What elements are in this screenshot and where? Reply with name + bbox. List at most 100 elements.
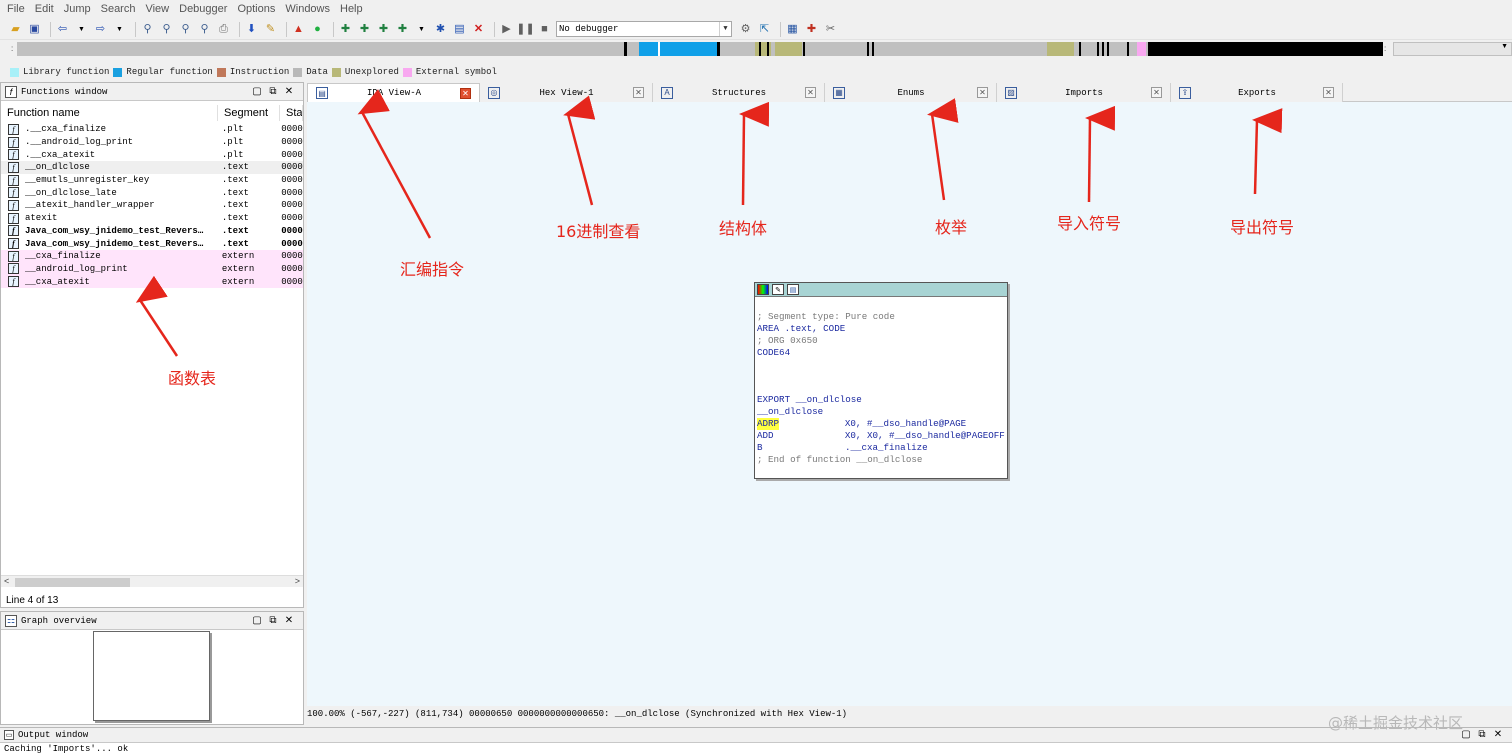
tab-structures[interactable]: A Structures ✕ — [653, 83, 825, 102]
tab-exports[interactable]: ⇪ Exports ✕ — [1171, 83, 1343, 102]
menu-edit[interactable]: Edit — [32, 0, 61, 19]
close-icon[interactable]: ✕ — [977, 87, 988, 98]
plugin-5-icon[interactable]: ✱ — [433, 22, 448, 37]
menu-help[interactable]: Help — [337, 0, 370, 19]
column-start[interactable]: Star — [280, 105, 303, 121]
graph-red-icon[interactable]: ▲ — [291, 22, 306, 37]
disasm-line[interactable]: AREA .text, CODE — [757, 323, 1005, 335]
debug-settings-icon[interactable]: ⚙ — [738, 22, 753, 37]
chevron-down-icon[interactable]: ▼ — [719, 22, 731, 36]
node-group-icon[interactable]: ▤ — [787, 284, 799, 295]
float-icon[interactable]: ⧉ — [1474, 728, 1490, 742]
search-immediate-icon[interactable]: ⚲ — [197, 22, 212, 37]
plugin-2-icon[interactable]: ✚ — [357, 22, 372, 37]
function-row[interactable]: f __android_log_print extern 0000 — [1, 262, 303, 276]
plugin-6-icon[interactable]: ▤ — [452, 22, 467, 37]
tab-imports[interactable]: ▨ Imports ✕ — [997, 83, 1171, 102]
breakpoint-list-icon[interactable]: ▦ — [785, 22, 800, 37]
close-icon[interactable]: ✕ — [460, 87, 471, 99]
menu-jump[interactable]: Jump — [61, 0, 98, 19]
menu-view[interactable]: View — [142, 0, 176, 19]
close-icon[interactable]: ✕ — [281, 85, 297, 99]
breakpoint-add-icon[interactable]: ✚ — [804, 22, 819, 37]
disasm-operands[interactable]: .__cxa_finalize — [845, 442, 928, 453]
attach-icon[interactable]: ⇱ — [757, 22, 772, 37]
function-row[interactable]: f __on_dlclose_late .text 0000 — [1, 186, 303, 199]
disasm-line[interactable] — [757, 370, 1005, 382]
disasm-mnemonic[interactable]: ADRP — [757, 418, 780, 430]
stop-icon[interactable]: ■ — [537, 22, 552, 37]
edit-function-icon[interactable]: ✎ — [263, 22, 278, 37]
disasm-operands[interactable]: X0, X0, #__dso_handle@PAGEOFF — [845, 430, 1005, 441]
disasm-mnemonic[interactable]: B — [757, 442, 763, 454]
menu-debugger[interactable]: Debugger — [176, 0, 234, 19]
function-row[interactable]: f .__cxa_atexit .plt 0000 — [1, 148, 303, 161]
menu-search[interactable]: Search — [98, 0, 143, 19]
disasm-line[interactable]: CODE64 — [757, 347, 1005, 359]
close-icon[interactable]: ✕ — [1323, 87, 1334, 98]
disasm-line[interactable]: ; Segment type: Pure code — [757, 311, 1005, 323]
column-segment[interactable]: Segment — [218, 105, 280, 121]
function-row[interactable]: f __cxa_atexit extern 0000 — [1, 275, 303, 288]
graph-overview-canvas[interactable] — [93, 631, 210, 721]
disasm-line[interactable]: ADD X0, X0, #__dso_handle@PAGEOFF — [757, 430, 1005, 442]
play-icon[interactable]: ▶ — [499, 22, 514, 37]
ida-view-graph[interactable]: ✎ ▤ ; Segment type: Pure code AREA .text,… — [307, 102, 1512, 706]
close-icon[interactable]: ✕ — [805, 87, 816, 98]
restore-icon[interactable]: ▢ — [249, 614, 265, 628]
disasm-line[interactable]: ; End of function __on_dlclose — [757, 454, 1005, 466]
tab-hex-view-1[interactable]: ◎ Hex View-1 ✕ — [480, 83, 653, 102]
search-text-icon[interactable]: ⚲ — [159, 22, 174, 37]
tab-enums[interactable]: ▦ Enums ✕ — [825, 83, 997, 102]
search-next-icon[interactable]: ⚲ — [178, 22, 193, 37]
open-icon[interactable]: ▰ — [8, 22, 23, 37]
disasm-line[interactable] — [757, 359, 1005, 371]
node-color-icon[interactable] — [757, 284, 769, 295]
function-row[interactable]: f __emutls_unregister_key .text 0000 — [1, 174, 303, 187]
search-binary-icon[interactable]: ⚲ — [140, 22, 155, 37]
function-row[interactable]: f .__cxa_finalize .plt 0000 — [1, 123, 303, 136]
close-icon[interactable]: ✕ — [1490, 728, 1506, 742]
navigation-band[interactable] — [17, 42, 1383, 56]
scrollbar-thumb[interactable] — [15, 578, 130, 587]
navband-combo[interactable]: ▼ — [1393, 42, 1512, 56]
chevron-down-icon[interactable]: ▼ — [1501, 43, 1508, 50]
disasm-line[interactable]: EXPORT __on_dlclose — [757, 394, 1005, 406]
function-row[interactable]: f __cxa_finalize extern 0000 — [1, 249, 303, 263]
function-row[interactable]: f Java_com_wsy_jnidemo_test_Revers… .text 0… — [1, 225, 303, 238]
node-edit-icon[interactable]: ✎ — [772, 284, 784, 295]
breakpoint-remove-icon[interactable]: ✂ — [823, 22, 838, 37]
graph-node[interactable]: ✎ ▤ ; Segment type: Pure code AREA .text,… — [754, 282, 1008, 479]
menu-options[interactable]: Options — [234, 0, 282, 19]
disasm-line[interactable]: ADRP X0, #__dso_handle@PAGE — [757, 418, 1005, 430]
down-arrow-icon[interactable]: ⬇ — [244, 22, 259, 37]
close-icon[interactable]: ✕ — [633, 87, 644, 98]
close-icon[interactable]: ✕ — [1151, 87, 1162, 98]
column-function-name[interactable]: Function name — [1, 105, 218, 121]
disasm-line[interactable] — [757, 382, 1005, 394]
disasm-mnemonic[interactable]: ADD — [757, 430, 774, 442]
scroll-left-icon[interactable]: < — [4, 576, 9, 586]
plugin-dropdown-icon[interactable]: ▼ — [414, 22, 429, 37]
forward-dropdown-icon[interactable]: ▼ — [112, 22, 127, 37]
float-icon[interactable]: ⧉ — [265, 614, 281, 628]
pause-icon[interactable]: ❚❚ — [516, 22, 534, 37]
function-row[interactable]: f __on_dlclose .text 0000 — [1, 161, 303, 174]
disassembly-listing[interactable]: ; Segment type: Pure code AREA .text, COD… — [755, 297, 1007, 466]
disasm-line[interactable]: ; ORG 0x650 — [757, 335, 1005, 347]
function-row[interactable]: f atexit .text 0000 — [1, 212, 303, 225]
disasm-line[interactable]: B .__cxa_finalize — [757, 442, 1005, 454]
float-icon[interactable]: ⧉ — [265, 85, 281, 99]
function-row[interactable]: f .__android_log_print .plt 0000 — [1, 136, 303, 149]
plugin-4-icon[interactable]: ✚ — [395, 22, 410, 37]
delete-icon[interactable]: ✕ — [471, 22, 486, 37]
plugin-3-icon[interactable]: ✚ — [376, 22, 391, 37]
scroll-right-icon[interactable]: > — [295, 576, 300, 586]
print-icon[interactable]: ⎙ — [216, 22, 231, 37]
green-circle-icon[interactable]: ● — [310, 22, 325, 37]
menu-file[interactable]: File — [4, 0, 32, 19]
restore-icon[interactable]: ▢ — [249, 85, 265, 99]
forward-icon[interactable]: ⇨ — [93, 22, 108, 37]
functions-horizontal-scrollbar[interactable]: < > — [1, 575, 303, 587]
function-row[interactable]: f __atexit_handler_wrapper .text 0000 — [1, 199, 303, 212]
